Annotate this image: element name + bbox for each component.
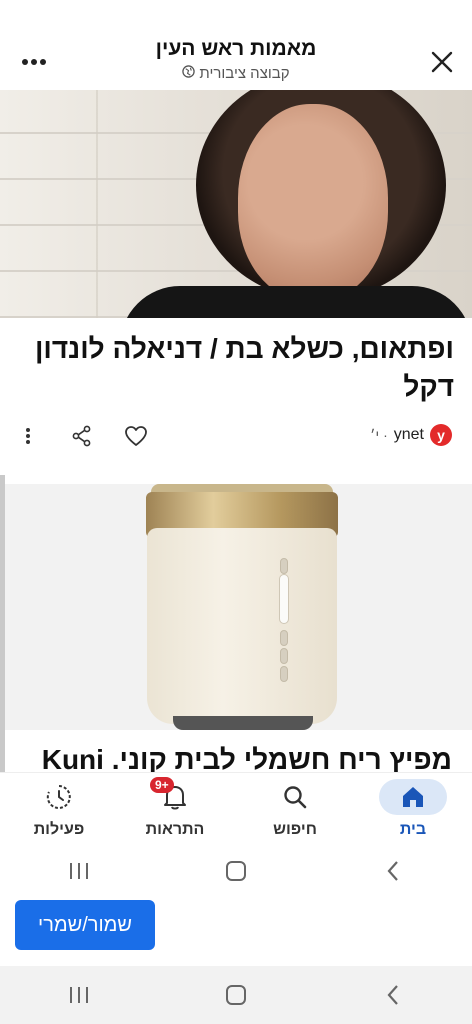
article-source-row: y ynet · י׳ [0,420,472,452]
nav-home[interactable]: בית [368,779,458,839]
group-privacy-label: קבוצה ציבורית [199,65,290,82]
search-icon [250,779,340,815]
article-title[interactable]: ופתאום, כשלא בת / דניאלה לונדון דקל [14,330,454,406]
save-button[interactable]: שמור/שמרי [15,900,155,950]
system-navigation-bar [0,846,472,896]
bottom-navigation: בית חיפוש 9+ התראות פעילות [0,772,472,852]
product-body [147,528,337,724]
recent-apps-icon[interactable] [49,975,109,1015]
nav-search[interactable]: חיפוש [250,779,340,839]
product-light-dot [280,648,288,664]
nav-notifications-label: התראות [145,821,205,838]
notification-badge: 9+ [150,777,174,793]
home-icon [379,779,447,815]
activity-icon [14,779,104,815]
product-light-dot [280,666,288,682]
group-title[interactable]: מאמות ראש העין [70,36,402,62]
source-time: · י׳ [370,427,388,443]
group-titles: מאמות ראש העין קבוצה ציבורית [70,36,402,82]
home-button-icon[interactable] [206,975,266,1015]
nav-activity-label: פעילות [33,821,85,838]
globe-icon [182,65,196,82]
article-source[interactable]: y ynet · י׳ [370,424,452,446]
like-icon[interactable] [122,422,150,450]
recent-apps-icon[interactable] [49,851,109,891]
brick-wall-joints [0,90,160,318]
ynet-logo: y [430,424,452,446]
product-base [173,716,313,730]
article-title-2[interactable]: מפיץ ריח חשמלי לבית קוני. Kuni [12,742,452,776]
nav-notifications[interactable]: 9+ התראות [130,777,220,839]
nav-home-label: בית [399,821,427,838]
article-actions [14,422,150,450]
product-light-bar [279,574,289,624]
nav-search-label: חיפוש [273,821,317,838]
back-icon[interactable] [363,975,423,1015]
system-navigation-bar-2 [0,966,472,1024]
article-image[interactable] [0,90,472,318]
portrait-face [238,104,388,300]
portrait-shirt [120,286,472,318]
nav-activity[interactable]: פעילות [14,779,104,839]
share-icon[interactable] [68,422,96,450]
product-image[interactable] [5,484,472,730]
source-name: ynet [393,426,424,443]
more-horizontal-icon[interactable] [18,46,50,78]
product-light-dot [280,630,288,646]
bell-icon: 9+ [130,777,220,815]
more-vertical-icon[interactable] [14,422,42,450]
home-button-icon[interactable] [206,851,266,891]
close-icon[interactable] [426,46,458,78]
product-light-dot [280,558,288,574]
group-header: מאמות ראש העין קבוצה ציבורית [0,0,472,90]
back-icon[interactable] [363,851,423,891]
group-privacy: קבוצה ציבורית [70,65,402,82]
